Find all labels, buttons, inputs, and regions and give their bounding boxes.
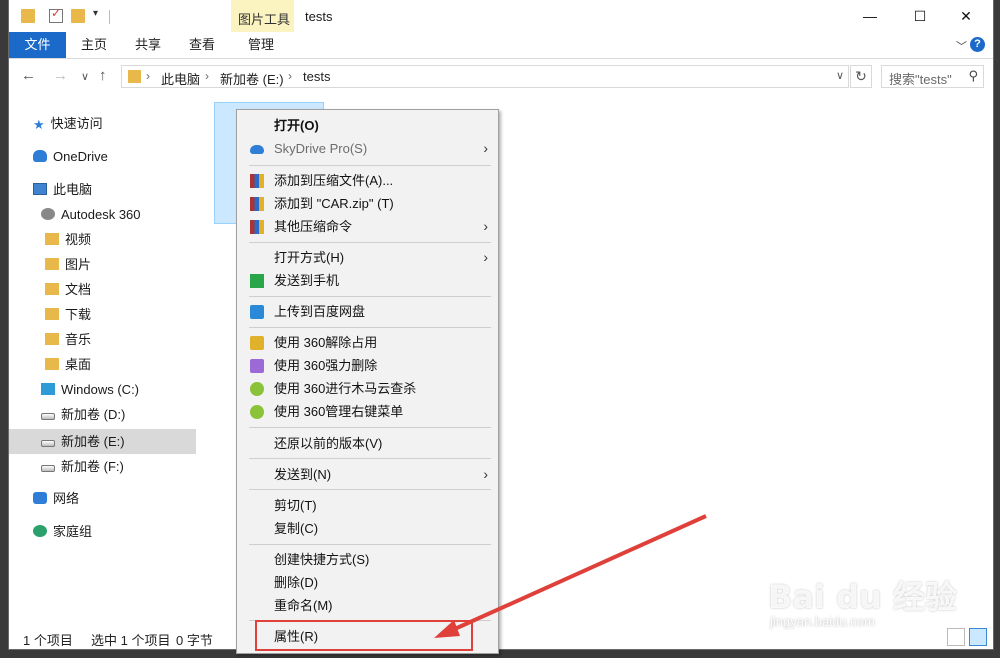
- baidu-watermark: Bai du 经验: [768, 578, 957, 616]
- watermark-url: jingyan.baidu.com: [770, 614, 875, 629]
- annotation-arrow-icon: [434, 514, 707, 638]
